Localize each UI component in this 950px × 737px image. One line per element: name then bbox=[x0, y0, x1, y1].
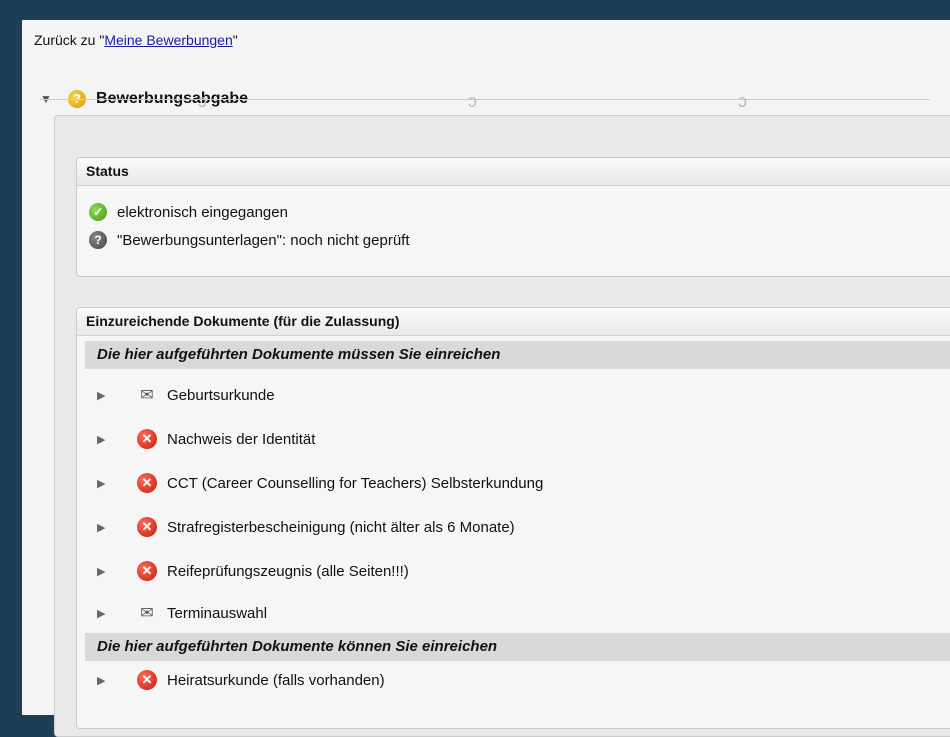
question-icon: ? bbox=[89, 231, 107, 249]
expand-arrow-icon[interactable]: ▶ bbox=[77, 674, 127, 687]
document-label: CCT (Career Counselling for Teachers) Se… bbox=[167, 474, 544, 492]
document-item-heiratsurkunde[interactable]: ▶ ✕ Heiratsurkunde (falls vorhanden) bbox=[77, 663, 950, 697]
document-label: Nachweis der Identität bbox=[167, 430, 316, 448]
document-label: Heiratsurkunde (falls vorhanden) bbox=[167, 671, 385, 689]
status-header: Status bbox=[77, 158, 950, 186]
error-icon: ✕ bbox=[137, 473, 157, 493]
document-item-cct[interactable]: ▶ ✕ CCT (Career Counselling for Teachers… bbox=[77, 461, 950, 505]
document-item-reifepruefung[interactable]: ▶ ✕ Reifeprüfungszeugnis (alle Seiten!!!… bbox=[77, 549, 950, 593]
expand-arrow-icon[interactable]: ▶ bbox=[77, 565, 127, 578]
my-applications-link[interactable]: Meine Bewerbungen bbox=[104, 32, 232, 48]
status-text: elektronisch eingegangen bbox=[117, 203, 288, 221]
section-divider bbox=[40, 99, 930, 100]
back-suffix: " bbox=[232, 32, 238, 48]
error-icon: ✕ bbox=[137, 517, 157, 537]
top-frame-bar bbox=[0, 0, 950, 20]
document-label: Terminauswahl bbox=[167, 604, 268, 622]
document-label: Strafregisterbescheinigung (nicht älter … bbox=[167, 518, 515, 536]
document-item-strafregister[interactable]: ▶ ✕ Strafregisterbescheinigung (nicht äl… bbox=[77, 505, 950, 549]
status-text: "Bewerbungsunterlagen": noch nicht geprü… bbox=[117, 231, 410, 249]
status-item-received: ✓ elektronisch eingegangen bbox=[77, 198, 950, 226]
swirl-ornament-icon: ↄ bbox=[198, 91, 207, 111]
required-documents-header: Die hier aufgeführten Dokumente müssen S… bbox=[85, 341, 950, 369]
expand-arrow-icon[interactable]: ▶ bbox=[77, 389, 127, 402]
documents-header: Einzureichende Dokumente (für die Zulass… bbox=[77, 308, 950, 336]
document-item-terminauswahl[interactable]: ▶ ✉ Terminauswahl bbox=[77, 593, 950, 633]
envelope-icon: ✉ bbox=[140, 605, 154, 622]
status-panel: Status ✓ elektronisch eingegangen ? "Bew… bbox=[76, 157, 950, 277]
optional-documents-header: Die hier aufgeführten Dokumente können S… bbox=[85, 633, 950, 661]
swirl-ornament-icon: ↄ bbox=[468, 91, 477, 111]
error-icon: ✕ bbox=[137, 561, 157, 581]
error-icon: ✕ bbox=[137, 670, 157, 690]
document-label: Reifeprüfungszeugnis (alle Seiten!!!) bbox=[167, 562, 409, 580]
back-navigation: Zurück zu "Meine Bewerbungen" bbox=[34, 32, 238, 48]
document-item-identitaet[interactable]: ▶ ✕ Nachweis der Identität bbox=[77, 417, 950, 461]
expand-arrow-icon[interactable]: ▶ bbox=[77, 521, 127, 534]
envelope-icon: ✉ bbox=[140, 387, 154, 404]
check-icon: ✓ bbox=[89, 203, 107, 221]
error-icon: ✕ bbox=[137, 429, 157, 449]
swirl-ornament-icon: ↄ bbox=[738, 91, 747, 111]
expand-arrow-icon[interactable]: ▶ bbox=[77, 433, 127, 446]
document-label: Geburtsurkunde bbox=[167, 386, 275, 404]
document-item-geburtsurkunde[interactable]: ▶ ✉ Geburtsurkunde bbox=[77, 373, 950, 417]
expand-arrow-icon[interactable]: ▶ bbox=[77, 477, 127, 490]
expand-arrow-icon[interactable]: ▶ bbox=[77, 607, 127, 620]
back-prefix: Zurück zu " bbox=[34, 32, 105, 48]
documents-panel: Einzureichende Dokumente (für die Zulass… bbox=[76, 307, 950, 729]
status-item-unchecked: ? "Bewerbungsunterlagen": noch nicht gep… bbox=[77, 226, 950, 254]
